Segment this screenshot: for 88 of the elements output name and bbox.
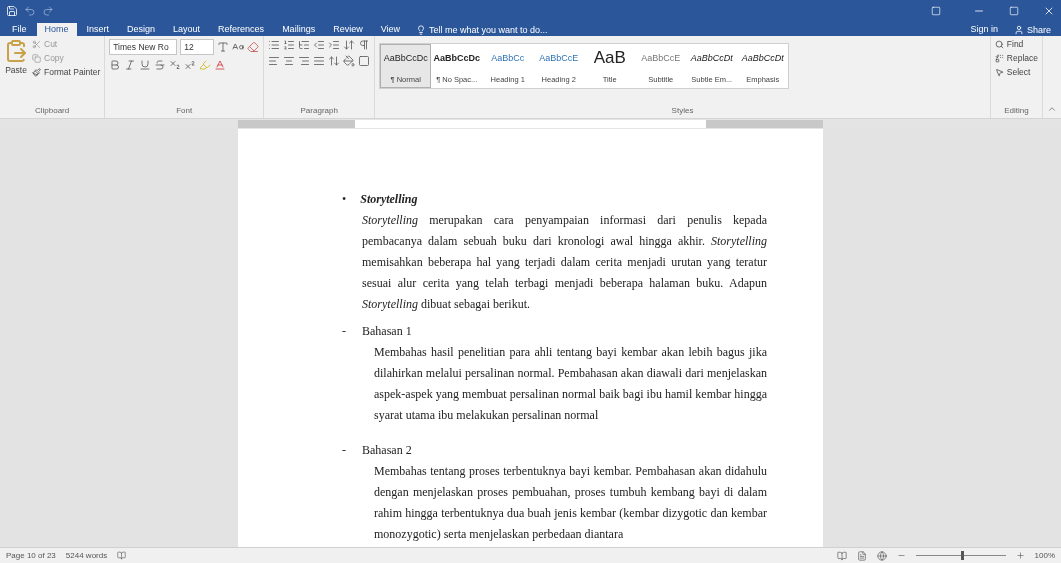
multilevel-list-icon[interactable]: [298, 39, 311, 51]
share-button[interactable]: Share: [1007, 23, 1057, 36]
clear-formatting-icon[interactable]: [247, 41, 260, 53]
tell-me-field[interactable]: Tell me what you want to do...: [410, 23, 554, 36]
subscript-icon[interactable]: [169, 59, 182, 71]
sign-in-link[interactable]: Sign in: [962, 23, 1006, 36]
ribbon-tab[interactable]: Layout: [165, 23, 209, 36]
redo-icon[interactable]: [42, 5, 54, 17]
subheading: Bahasan 2: [362, 442, 412, 459]
print-layout-icon[interactable]: [856, 550, 867, 561]
web-layout-icon[interactable]: [876, 550, 887, 561]
paintbrush-icon: [32, 67, 41, 77]
group-label: Paragraph: [299, 106, 339, 117]
grow-font-icon[interactable]: [217, 41, 230, 53]
ribbon-tab[interactable]: Home: [36, 23, 77, 36]
group-label: Clipboard: [34, 106, 71, 117]
pointer-icon: [994, 67, 1004, 77]
ribbon-tab[interactable]: Insert: [78, 23, 118, 36]
style-preview: AaBbCcDc: [433, 52, 480, 65]
align-left-icon[interactable]: [268, 55, 281, 67]
dash-icon: -: [342, 321, 346, 342]
scissors-icon: [32, 39, 41, 49]
replace-icon: [994, 53, 1004, 63]
bold-icon[interactable]: [109, 59, 122, 71]
style-preview: AaBbCcDt: [741, 52, 784, 65]
superscript-icon[interactable]: [184, 59, 197, 71]
style-preview: AaBbCc: [491, 52, 525, 65]
ribbon-tab[interactable]: File: [4, 23, 35, 36]
group-label: Font: [175, 106, 194, 117]
style-preview: AaBbCcE: [539, 52, 579, 65]
close-icon[interactable]: [1043, 5, 1055, 17]
dash-icon: -: [342, 440, 346, 461]
decrease-indent-icon[interactable]: [313, 39, 326, 51]
bullets-icon[interactable]: [268, 39, 281, 51]
numbering-icon[interactable]: [283, 39, 296, 51]
ribbon-tab[interactable]: View: [372, 23, 408, 36]
borders-icon[interactable]: [358, 55, 371, 67]
font-name-field[interactable]: Times New Ro: [109, 39, 178, 55]
underline-icon[interactable]: [139, 59, 152, 71]
person-icon: [1013, 24, 1024, 35]
style-preview: AaBbCcDc: [383, 52, 428, 65]
paragraph: Storytelling merupakan cara penyampaian informasi dari penulis kepada pembacanya dalam sebuah buku dari kronologi awal hingga akhir. Storytelling memisahkan beberapa hal yang terjadi dalam cerita menjadi urutan yang teratur sesuai alur cerita yang telah terbagi menjadi beberapa halaman buku. Adapun Storytelling dibuat sebagai berikut.: [362, 213, 767, 311]
read-mode-icon[interactable]: [836, 550, 847, 561]
maximize-icon[interactable]: [1009, 6, 1019, 16]
bullet-icon: •: [342, 189, 347, 210]
clipboard-icon: [4, 39, 28, 63]
italic-icon[interactable]: [124, 59, 137, 71]
ribbon-tab[interactable]: Review: [325, 23, 371, 36]
align-center-icon[interactable]: [283, 55, 296, 67]
font-size-field[interactable]: 12: [180, 39, 215, 55]
style-preview: AaB: [593, 49, 626, 67]
paragraph: Membahas tentang proses terbentuknya bayi kembar. Pembahasan akan didahulu dengan menjelaskan proses pembuahan, proses tumbuh kembang bayi di dalam rahim hingga terbentuknya dua buah jenis kembar (kembar dizygotic dan kembar monozygotic) serta menjelaskan perbedaan diantara: [374, 464, 767, 541]
line-spacing-icon[interactable]: [328, 55, 341, 67]
change-case-icon[interactable]: [232, 41, 245, 53]
save-icon[interactable]: [6, 5, 18, 17]
zoom-in-icon[interactable]: [1015, 551, 1025, 560]
lightbulb-icon: [416, 24, 426, 35]
align-right-icon[interactable]: [298, 55, 311, 67]
sort-icon[interactable]: [343, 39, 356, 51]
format-painter-button[interactable]: Format Painter: [32, 67, 101, 77]
paste-button[interactable]: Paste: [4, 39, 28, 106]
search-icon: [994, 39, 1004, 49]
find-button[interactable]: Find: [994, 39, 1038, 49]
undo-icon[interactable]: [24, 5, 36, 17]
list-heading: Storytelling: [360, 191, 418, 208]
word-count[interactable]: 5244 words: [65, 551, 108, 560]
replace-button[interactable]: Replace: [994, 53, 1038, 63]
select-button[interactable]: Select: [994, 67, 1038, 77]
strikethrough-icon[interactable]: [154, 59, 167, 71]
collapse-ribbon-icon[interactable]: [1047, 104, 1057, 114]
group-label: Editing: [1003, 106, 1030, 117]
paragraph: Membahas hasil penelitian para ahli tentang bayi kembar akan lebih bagus jika dilahirkan melalui persalinan normal. Pembahasan akan diawali dari menjelaskan aspek-aspek yang membuat persalinan normal baik bagi ibu hamil kembar hingga syarat utama ibu melakukan persalinan normal: [374, 345, 767, 422]
shading-icon[interactable]: [343, 55, 356, 67]
font-color-icon[interactable]: [214, 59, 227, 71]
increase-indent-icon[interactable]: [328, 39, 341, 51]
proofing-icon[interactable]: [117, 551, 127, 560]
ribbon-tab[interactable]: Design: [119, 23, 164, 36]
subheading: Bahasan 1: [362, 323, 412, 340]
style-preview: AaBbCcE: [641, 52, 681, 65]
style-preview: AaBbCcDt: [690, 52, 733, 65]
page-count[interactable]: Page 10 of 23: [6, 551, 56, 560]
ribbon-tab[interactable]: Mailings: [274, 23, 324, 36]
ribbon-tab[interactable]: References: [210, 23, 273, 36]
zoom-level[interactable]: 100%: [1034, 551, 1055, 560]
group-label: Styles: [670, 106, 695, 117]
copy-icon: [32, 53, 41, 63]
justify-icon[interactable]: [313, 55, 326, 67]
pilcrow-icon[interactable]: [358, 39, 371, 51]
